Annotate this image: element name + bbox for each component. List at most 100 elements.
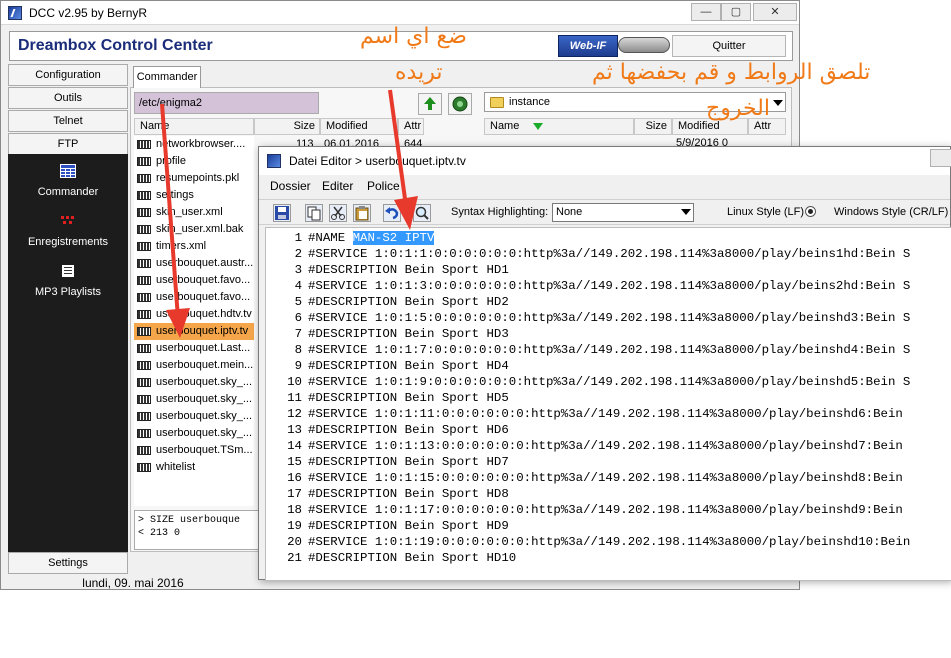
line-number: 18 <box>287 503 302 517</box>
lf-radio[interactable] <box>805 206 816 217</box>
code-line: 8 #SERVICE 1:0:1:7:0:0:0:0:0:0:http%3a//1… <box>266 342 911 358</box>
crlf-label: Windows Style (CR/LF) <box>834 206 949 218</box>
line-text: #DESCRIPTION Bein Sport HD9 <box>308 519 509 533</box>
file-row[interactable]: userbouquet.sky_... <box>134 425 254 442</box>
right-col-modified-label: Modified <box>678 120 720 132</box>
line-text: #DESCRIPTION Bein Sport HD5 <box>308 391 509 405</box>
nav-panel: Commander Enregistrements MP3 Playlists <box>8 154 128 552</box>
window-title: DCC v2.95 by BernyR <box>29 6 148 20</box>
file-row[interactable]: whitelist <box>134 459 254 476</box>
cut-button[interactable] <box>329 204 347 222</box>
line-number: 13 <box>287 423 302 437</box>
line-number: 17 <box>287 487 302 501</box>
file-icon <box>137 378 151 387</box>
syntax-value: None <box>556 206 583 218</box>
line-number: 12 <box>287 407 302 421</box>
minimize-button[interactable]: — <box>691 3 721 21</box>
col-size-label: Size <box>293 120 315 132</box>
code-editor[interactable]: 1 #NAME MAN-S2 IPTV 2 #SERVICE 1:0:1:1:0:0:… <box>265 227 951 581</box>
right-col-name[interactable]: Name <box>484 118 634 135</box>
nav-telnet[interactable]: Telnet <box>8 110 128 132</box>
file-icon <box>137 344 151 353</box>
line-text: #SERVICE 1:0:1:1:0:0:0:0:0:0:http%3a//14… <box>308 247 911 261</box>
paste-button[interactable] <box>353 204 371 222</box>
file-name: userbouquet.sky_... <box>156 427 253 439</box>
code-line: 14 #SERVICE 1:0:1:13:0:0:0:0:0:0:http%3a/… <box>266 438 903 454</box>
scissors-icon <box>331 206 345 220</box>
line-number: 5 <box>294 295 302 309</box>
file-icon <box>137 361 151 370</box>
syntax-select[interactable]: None <box>552 203 694 222</box>
refresh-button[interactable] <box>448 93 472 115</box>
code-line: 17 #DESCRIPTION Bein Sport HD8 <box>266 486 509 502</box>
code-line: 7 #DESCRIPTION Bein Sport HD3 <box>266 326 509 342</box>
quit-button[interactable]: Quitter <box>672 35 786 57</box>
line-text: #DESCRIPTION Bein Sport HD7 <box>308 455 509 469</box>
line-number: 4 <box>294 279 302 293</box>
settings-button[interactable]: Settings <box>8 552 128 574</box>
webif-button[interactable]: Web-IF <box>558 35 618 57</box>
code-line: 13 #DESCRIPTION Bein Sport HD6 <box>266 422 509 438</box>
file-row[interactable]: userbouquet.sky_... <box>134 374 254 391</box>
status-date: lundi, 09. mai 2016 <box>82 576 184 590</box>
save-button[interactable] <box>273 204 291 222</box>
editor-toolbar: Syntax Highlighting: None Linux Style (L… <box>259 199 950 225</box>
editor-title-bar: Datei Editor > userbouquet.iptv.tv <box>259 147 951 175</box>
nav-configuration[interactable]: Configuration <box>8 64 128 86</box>
editor-window: Datei Editor > userbouquet.iptv.tv Dossi… <box>258 146 951 581</box>
file-icon <box>137 395 151 404</box>
file-icon <box>137 327 151 336</box>
nav-ftp[interactable]: FTP <box>8 133 128 155</box>
menu-editer[interactable]: Editer <box>322 179 353 193</box>
maximize-button[interactable]: ▢ <box>721 3 751 21</box>
nav-enregistrements[interactable]: Enregistrements <box>8 208 128 250</box>
menu-dossier[interactable]: Dossier <box>270 179 311 193</box>
editor-close-button[interactable] <box>930 149 951 167</box>
lf-label: Linux Style (LF) <box>727 206 805 218</box>
folder-icon <box>490 97 504 108</box>
tab-commander[interactable]: Commander <box>133 66 201 88</box>
annotation-paste-hint-2: الخروج <box>706 96 770 121</box>
code-line: 21 #DESCRIPTION Bein Sport HD10 <box>266 550 516 566</box>
file-icon <box>137 429 151 438</box>
playlist-icon <box>62 265 74 277</box>
code-line: 2 #SERVICE 1:0:1:1:0:0:0:0:0:0:http%3a//1… <box>266 246 911 262</box>
ftp-command-log: > SIZE userbouque < 213 0 <box>134 510 259 550</box>
floppy-icon <box>275 206 289 220</box>
file-icon <box>137 259 151 268</box>
line-number: 10 <box>287 375 302 389</box>
arrow-to-file <box>160 103 190 338</box>
line-number: 8 <box>294 343 302 357</box>
line-text: #DESCRIPTION Bein Sport HD2 <box>308 295 509 309</box>
line-number: 11 <box>287 391 302 405</box>
file-icon <box>137 174 151 183</box>
copy-icon <box>307 206 321 221</box>
line-text: #SERVICE 1:0:1:13:0:0:0:0:0:0:http%3a//1… <box>308 439 903 453</box>
line-text: #SERVICE 1:0:1:19:0:0:0:0:0:0:http%3a//1… <box>308 535 911 549</box>
nav-mp3-playlists[interactable]: MP3 Playlists <box>8 258 128 300</box>
nav-outils[interactable]: Outils <box>8 87 128 109</box>
nav-mp3-playlists-label: MP3 Playlists <box>34 286 102 298</box>
title-bar: DCC v2.95 by BernyR — ▢ ✕ <box>1 1 799 25</box>
file-icon <box>137 463 151 472</box>
line-text: #SERVICE 1:0:1:5:0:0:0:0:0:0:http%3a//14… <box>308 311 911 325</box>
left-col-size[interactable]: Size <box>254 118 320 135</box>
file-row[interactable]: userbouquet.sky_... <box>134 391 254 408</box>
nav-commander[interactable]: Commander <box>8 158 128 200</box>
line-number: 19 <box>287 519 302 533</box>
file-row[interactable]: userbouquet.TSm... <box>134 442 254 459</box>
right-col-size[interactable]: Size <box>634 118 672 135</box>
file-icon <box>137 276 151 285</box>
line-number: 15 <box>287 455 302 469</box>
file-icon <box>137 242 151 251</box>
line-text: #DESCRIPTION Bein Sport HD3 <box>308 327 509 341</box>
remote-control-icon[interactable] <box>618 37 670 53</box>
right-path-label: instance <box>509 96 550 108</box>
file-name: userbouquet.TSm... <box>156 444 253 456</box>
file-row[interactable]: userbouquet.mein... <box>134 357 254 374</box>
file-row[interactable]: userbouquet.sky_... <box>134 408 254 425</box>
line-text: #DESCRIPTION Bein Sport HD6 <box>308 423 509 437</box>
line-text: #SERVICE 1:0:1:7:0:0:0:0:0:0:http%3a//14… <box>308 343 911 357</box>
close-button[interactable]: ✕ <box>753 3 797 21</box>
copy-button[interactable] <box>305 204 323 222</box>
